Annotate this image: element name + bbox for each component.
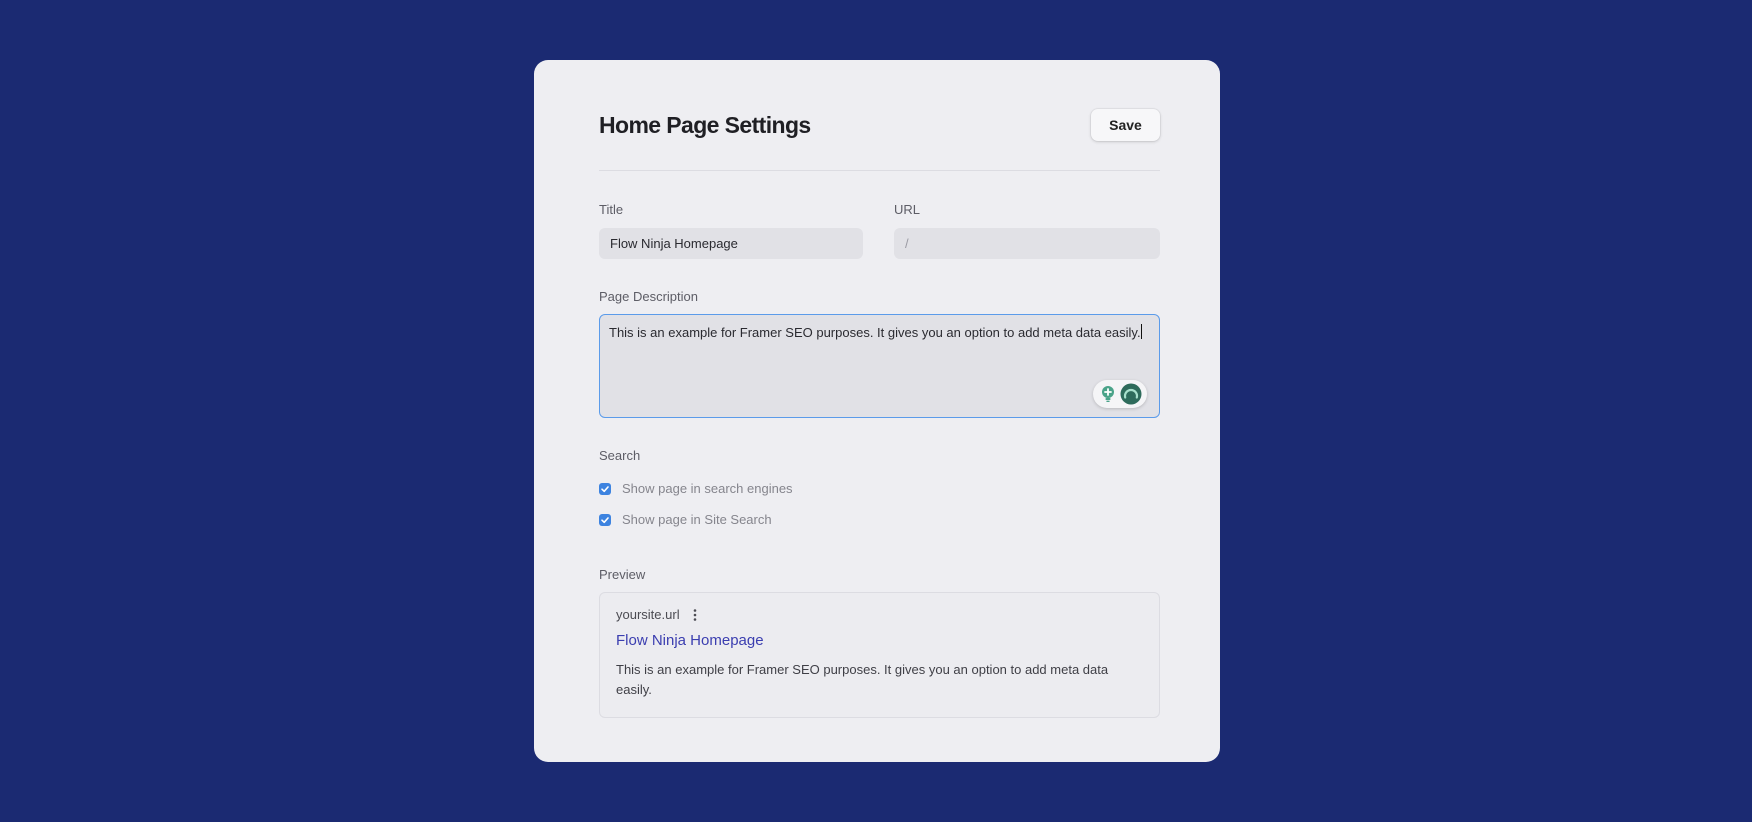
page-description-label: Page Description [599,289,698,304]
settings-card: Home Page Settings Save Title Flow Ninja… [534,60,1220,762]
header: Home Page Settings Save [599,109,1160,154]
search-engines-label: Show page in search engines [622,481,793,496]
site-search-label: Show page in Site Search [622,512,772,527]
url-input[interactable]: / [894,228,1160,259]
text-caret [1140,324,1142,339]
site-search-checkbox[interactable] [599,514,611,526]
title-label: Title [599,202,624,217]
description-text: This is an example for Framer SEO purpos… [609,325,1141,340]
kebab-icon[interactable] [692,608,698,622]
save-button[interactable]: Save [1091,109,1160,141]
search-section-label: Search [599,448,641,463]
url-label: URL [894,202,921,217]
divider [599,170,1160,171]
checkmark-icon [601,517,609,524]
preview-site-url: yoursite.url [616,607,680,622]
preview-title-link[interactable]: Flow Ninja Homepage [616,632,764,649]
preview-label: Preview [599,567,646,582]
writing-assistant-pill[interactable] [1093,380,1147,408]
lightbulb-icon[interactable] [1099,385,1117,403]
checkmark-icon [601,486,609,493]
page-description-textarea[interactable]: This is an example for Framer SEO purpos… [599,314,1160,418]
search-preview: yoursite.url Flow Ninja Homepage This is… [599,592,1160,718]
search-engines-checkbox[interactable] [599,483,611,495]
spinner-icon[interactable] [1120,383,1142,405]
page-title: Home Page Settings [599,112,811,138]
preview-description: This is an example for Framer SEO purpos… [616,662,1109,697]
title-input[interactable]: Flow Ninja Homepage [599,228,863,259]
